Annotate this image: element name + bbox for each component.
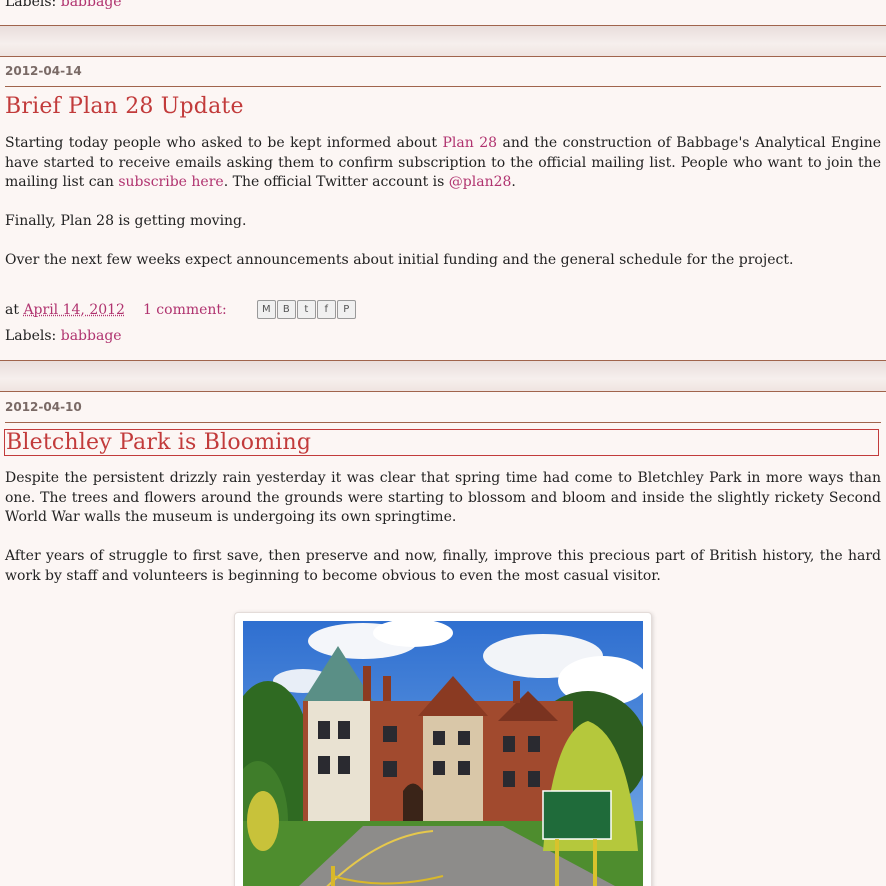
post-date: 2012-04-14 xyxy=(5,64,82,78)
labels-prefix: Labels: xyxy=(5,0,57,10)
email-icon[interactable]: M xyxy=(256,300,276,319)
post-title[interactable]: Brief Plan 28 Update xyxy=(5,94,244,119)
twitter-link[interactable]: @plan28 xyxy=(449,174,512,190)
post-gap xyxy=(0,26,886,56)
pinterest-icon[interactable]: P xyxy=(336,300,356,319)
previous-post-labels: Labels: babbage xyxy=(5,0,122,10)
post-paragraph: Starting today people who asked to be ke… xyxy=(5,134,881,193)
comments-link[interactable]: 1 comment: xyxy=(143,302,227,318)
twitter-icon[interactable]: t xyxy=(296,300,316,319)
post-body: Despite the persistent drizzly rain yest… xyxy=(5,469,881,606)
at-label: at xyxy=(5,301,19,318)
post-body: Starting today people who asked to be ke… xyxy=(5,134,881,290)
post-footer: at April 14, 2012 1 comment: M B t f P xyxy=(5,300,356,319)
bletchley-mansion-illustration xyxy=(243,621,643,886)
text-span: Starting today people who asked to be ke… xyxy=(5,135,443,151)
text-span: . xyxy=(511,174,516,190)
post-gap xyxy=(0,361,886,391)
label-link-babbage[interactable]: babbage xyxy=(61,0,122,10)
post-labels: Labels: babbage xyxy=(5,328,122,344)
post-timestamp-link[interactable]: April 14, 2012 xyxy=(23,302,125,318)
date-rule xyxy=(5,86,881,87)
plan28-link[interactable]: Plan 28 xyxy=(443,135,498,151)
date-rule xyxy=(5,422,881,423)
facebook-icon[interactable]: f xyxy=(316,300,336,319)
post-paragraph: Finally, Plan 28 is getting moving. xyxy=(5,213,247,229)
post-paragraph: Over the next few weeks expect announcem… xyxy=(5,252,794,268)
post-date: 2012-04-10 xyxy=(5,400,82,414)
photo-frame[interactable] xyxy=(234,612,652,886)
text-span: . The official Twitter account is xyxy=(223,174,449,190)
post-divider xyxy=(0,391,886,392)
post-divider xyxy=(0,56,886,57)
share-buttons: M B t f P xyxy=(256,300,356,319)
bletchley-park-photo[interactable] xyxy=(243,621,643,886)
post-title-text[interactable]: Brief Plan 28 Update xyxy=(5,94,244,119)
post-title-text[interactable]: Bletchley Park is Blooming xyxy=(6,430,311,455)
blog-page: Labels: babbage 2012-04-14 Brief Plan 28… xyxy=(0,0,886,886)
labels-prefix: Labels: xyxy=(5,328,57,344)
post-paragraph: Despite the persistent drizzly rain yest… xyxy=(5,470,881,525)
blogger-icon[interactable]: B xyxy=(276,300,296,319)
post-title[interactable]: Bletchley Park is Blooming xyxy=(4,429,879,456)
post-paragraph: After years of struggle to first save, t… xyxy=(5,548,881,584)
label-link-babbage[interactable]: babbage xyxy=(61,328,122,344)
subscribe-link[interactable]: subscribe here xyxy=(118,174,223,190)
